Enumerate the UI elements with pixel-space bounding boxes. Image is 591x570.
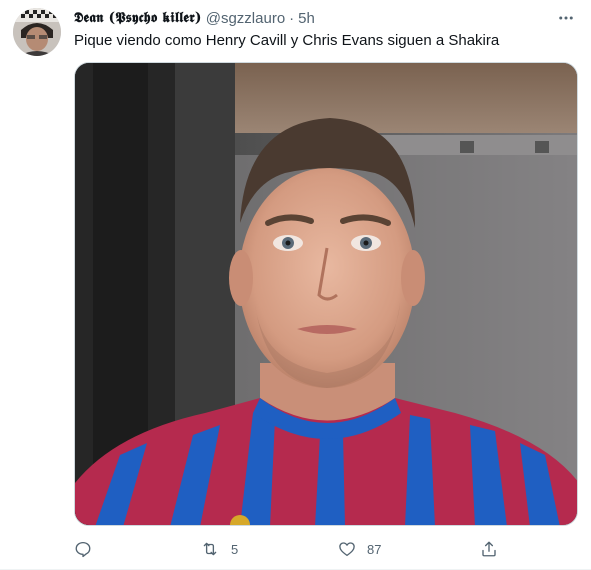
retweet-button[interactable]: 5 bbox=[200, 537, 238, 561]
reply-icon bbox=[74, 540, 92, 558]
more-horizontal-icon bbox=[557, 9, 575, 27]
like-button[interactable]: 87 bbox=[338, 537, 381, 561]
separator: · bbox=[289, 9, 295, 27]
heart-icon bbox=[338, 540, 356, 558]
like-count: 87 bbox=[367, 541, 382, 557]
photo-image bbox=[75, 63, 577, 525]
tweet-actions: 5 87 bbox=[74, 537, 504, 561]
share-icon bbox=[480, 540, 498, 558]
reply-button[interactable] bbox=[74, 537, 92, 561]
share-button[interactable] bbox=[480, 537, 498, 561]
retweet-count: 5 bbox=[231, 541, 239, 557]
avatar[interactable] bbox=[13, 8, 61, 56]
avatar-image bbox=[13, 8, 61, 56]
more-options-button[interactable] bbox=[555, 8, 577, 28]
tweet-header: 𝕯𝖊𝖆𝖓 (𝕻𝖘𝖞𝖈𝖍𝖔 𝖐𝖎𝖑𝖑𝖊𝖗) @sgzzlauro · 5h bbox=[74, 8, 315, 28]
tweet: 𝕯𝖊𝖆𝖓 (𝕻𝖘𝖞𝖈𝖍𝖔 𝖐𝖎𝖑𝖑𝖊𝖗) @sgzzlauro · 5h Piq… bbox=[0, 0, 591, 570]
tweet-photo[interactable] bbox=[74, 62, 578, 526]
user-handle[interactable]: @sgzzlauro bbox=[206, 10, 285, 27]
display-name[interactable]: 𝕯𝖊𝖆𝖓 (𝕻𝖘𝖞𝖈𝖍𝖔 𝖐𝖎𝖑𝖑𝖊𝖗) bbox=[74, 10, 202, 26]
tweet-text: Pique viendo como Henry Cavill y Chris E… bbox=[74, 32, 500, 49]
timestamp[interactable]: 5h bbox=[298, 10, 315, 27]
retweet-icon bbox=[200, 540, 220, 558]
